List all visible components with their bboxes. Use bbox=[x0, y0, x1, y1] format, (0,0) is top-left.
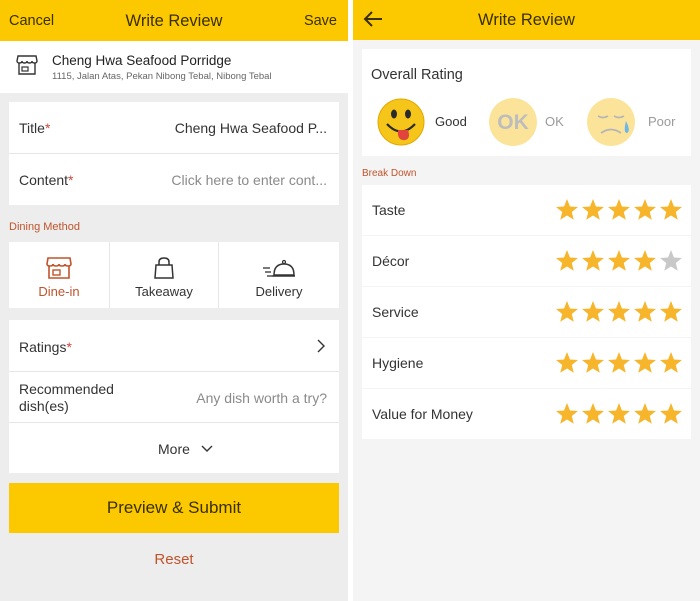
star-filled-icon[interactable] bbox=[556, 301, 578, 322]
breakdown-label: Break Down bbox=[362, 168, 417, 179]
review-text-card: Title* Cheng Hwa Seafood P... Content* C… bbox=[9, 102, 339, 205]
star-filled-icon[interactable] bbox=[660, 403, 682, 424]
content-row[interactable]: Content* Click here to enter cont... bbox=[9, 153, 339, 205]
overall-rating-card: Overall Rating Good OK OK Poor bbox=[362, 49, 691, 156]
dining-option-label: Takeaway bbox=[135, 284, 193, 299]
page-title: Write Review bbox=[478, 11, 575, 29]
star-filled-icon[interactable] bbox=[556, 352, 578, 373]
recommended-dishes-row[interactable]: Recommended dish(es) Any dish worth a tr… bbox=[9, 371, 339, 422]
star-filled-icon[interactable] bbox=[556, 403, 578, 424]
star-rating bbox=[556, 250, 682, 271]
dining-method-label: Dining Method bbox=[9, 221, 80, 233]
content-field[interactable]: Click here to enter cont... bbox=[171, 172, 327, 188]
happy-face-icon bbox=[377, 98, 425, 146]
star-filled-icon[interactable] bbox=[634, 250, 656, 271]
ok-face-icon: OK bbox=[489, 98, 537, 146]
star-rating bbox=[556, 301, 682, 322]
title-field[interactable]: Cheng Hwa Seafood P... bbox=[175, 120, 327, 136]
restaurant-name: Cheng Hwa Seafood Porridge bbox=[52, 53, 232, 68]
breakdown-category-label: Décor bbox=[372, 253, 410, 269]
reset-button[interactable]: Reset bbox=[0, 551, 348, 568]
star-filled-icon[interactable] bbox=[582, 250, 604, 271]
restaurant-address: 1115, Jalan Atas, Pekan Nibong Tebal, Ni… bbox=[52, 71, 272, 82]
page-title: Write Review bbox=[125, 12, 223, 30]
store-icon bbox=[46, 257, 72, 279]
breakdown-category-label: Value for Money bbox=[372, 406, 473, 422]
star-rating bbox=[556, 199, 682, 220]
star-filled-icon[interactable] bbox=[660, 352, 682, 373]
dining-option-takeaway[interactable]: Takeaway bbox=[110, 242, 218, 308]
recommended-dishes-label: Recommended dish(es) bbox=[19, 381, 114, 414]
content-label: Content* bbox=[19, 172, 74, 188]
dining-option-delivery[interactable]: Delivery bbox=[219, 242, 339, 308]
star-filled-icon[interactable] bbox=[608, 403, 630, 424]
star-filled-icon[interactable] bbox=[634, 352, 656, 373]
star-filled-icon[interactable] bbox=[634, 301, 656, 322]
star-filled-icon[interactable] bbox=[582, 352, 604, 373]
star-filled-icon[interactable] bbox=[634, 403, 656, 424]
bag-icon bbox=[154, 257, 174, 279]
breakdown-row: Service bbox=[362, 287, 691, 337]
star-filled-icon[interactable] bbox=[608, 250, 630, 271]
star-rating bbox=[556, 403, 682, 424]
star-empty-icon[interactable] bbox=[660, 250, 682, 271]
star-filled-icon[interactable] bbox=[634, 199, 656, 220]
ratings-label: Ratings* bbox=[19, 339, 72, 355]
sad-face-icon bbox=[587, 98, 635, 146]
rating-option-label: Poor bbox=[648, 114, 676, 129]
star-filled-icon[interactable] bbox=[608, 301, 630, 322]
title-label: Title* bbox=[19, 120, 51, 136]
restaurant-info: Cheng Hwa Seafood Porridge 1115, Jalan A… bbox=[0, 41, 348, 93]
store-icon bbox=[16, 55, 38, 75]
dining-option-label: Delivery bbox=[255, 284, 303, 299]
chevron-down-icon bbox=[201, 445, 213, 452]
star-rating bbox=[556, 352, 682, 373]
recommended-dishes-field[interactable]: Any dish worth a try? bbox=[196, 390, 327, 406]
star-filled-icon[interactable] bbox=[582, 199, 604, 220]
star-filled-icon[interactable] bbox=[608, 199, 630, 220]
star-filled-icon[interactable] bbox=[556, 199, 578, 220]
breakdown-category-label: Taste bbox=[372, 202, 406, 218]
star-filled-icon[interactable] bbox=[582, 301, 604, 322]
dining-option-label: Dine-in bbox=[38, 284, 80, 299]
preview-submit-button[interactable]: Preview & Submit bbox=[9, 483, 339, 533]
review-details-card: Ratings* Recommended dish(es) Any dish w… bbox=[9, 320, 339, 473]
dining-option-dine-in[interactable]: Dine-in bbox=[9, 242, 109, 308]
ratings-row[interactable]: Ratings* bbox=[9, 320, 339, 371]
ratings-screen: Write Review Overall Rating Good OK OK P… bbox=[353, 0, 700, 601]
star-filled-icon[interactable] bbox=[582, 403, 604, 424]
title-row[interactable]: Title* Cheng Hwa Seafood P... bbox=[9, 102, 339, 153]
save-button[interactable]: Save bbox=[304, 13, 337, 29]
write-review-form-screen: Cancel Write Review Save Cheng Hwa Seafo… bbox=[0, 0, 348, 601]
star-filled-icon[interactable] bbox=[660, 199, 682, 220]
breakdown-row: Décor bbox=[362, 236, 691, 286]
breakdown-row: Hygiene bbox=[362, 338, 691, 388]
breakdown-row: Value for Money bbox=[362, 389, 691, 439]
more-label: More bbox=[158, 441, 190, 457]
breakdown-category-label: Service bbox=[372, 304, 419, 320]
breakdown-category-label: Hygiene bbox=[372, 355, 424, 371]
top-bar: Write Review bbox=[353, 0, 700, 40]
food-cloche-icon bbox=[263, 259, 295, 277]
chevron-right-icon bbox=[317, 339, 325, 353]
rating-option-label: OK bbox=[545, 114, 564, 129]
overall-rating-title: Overall Rating bbox=[371, 67, 463, 83]
dining-method-selector: Dine-in Takeaway Delivery bbox=[9, 242, 339, 308]
top-bar: Cancel Write Review Save bbox=[0, 0, 348, 41]
more-toggle[interactable]: More bbox=[9, 422, 339, 473]
star-filled-icon[interactable] bbox=[556, 250, 578, 271]
ok-face-text: OK bbox=[497, 111, 529, 134]
breakdown-row: Taste bbox=[362, 185, 691, 235]
rating-option-label: Good bbox=[435, 114, 467, 129]
star-filled-icon[interactable] bbox=[660, 301, 682, 322]
star-filled-icon[interactable] bbox=[608, 352, 630, 373]
